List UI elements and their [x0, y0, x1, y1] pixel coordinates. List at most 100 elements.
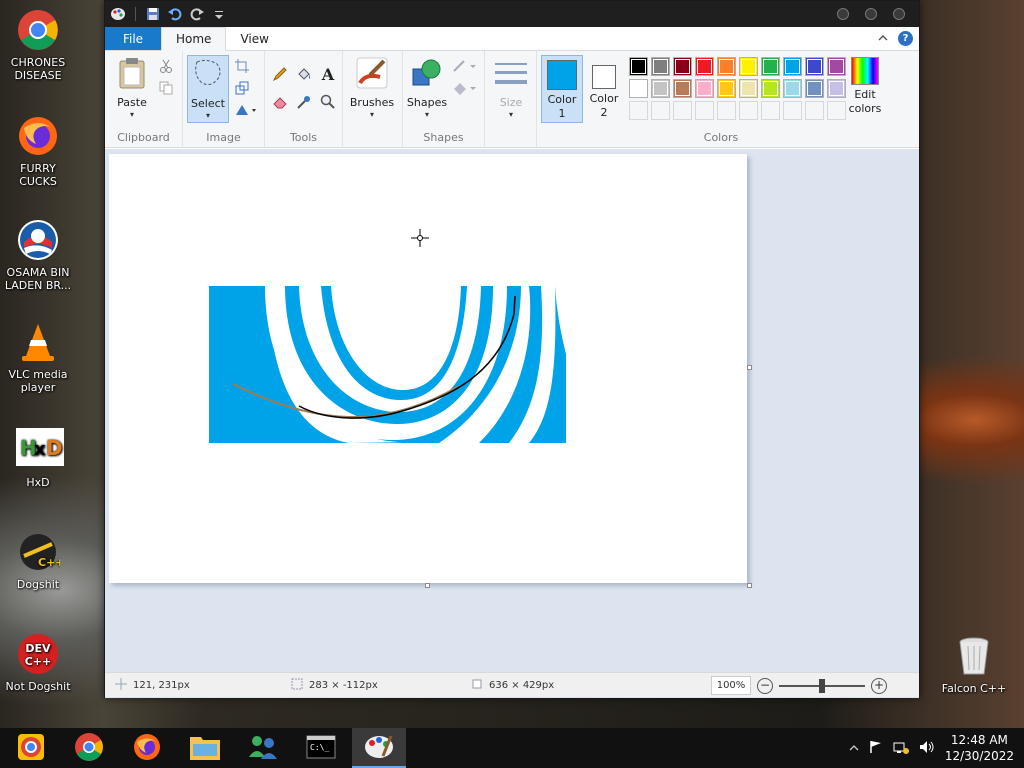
zoom-slider[interactable] [779, 678, 865, 693]
cut-icon[interactable] [157, 57, 175, 75]
action-center-flag-icon[interactable] [869, 740, 883, 757]
desktop-icon-recycle-bin[interactable]: Falcon C++ [936, 634, 1012, 695]
undo-icon[interactable] [166, 5, 184, 23]
tab-home[interactable]: Home [161, 27, 227, 51]
desktop-icon-hxd[interactable]: HxD HxD [0, 428, 76, 489]
text-icon[interactable]: A [319, 65, 337, 84]
paste-button[interactable]: Paste ▾ [111, 57, 153, 120]
palette-swatch[interactable] [783, 57, 802, 76]
palette-swatch[interactable] [629, 57, 648, 76]
palette-swatch-empty[interactable] [761, 101, 780, 120]
taskbar-paint[interactable] [352, 728, 406, 768]
palette-swatch[interactable] [739, 57, 758, 76]
eraser-icon[interactable] [271, 93, 289, 111]
desktop-icon-vlc[interactable]: VLC media player [0, 320, 76, 394]
svg-text:C++: C++ [25, 655, 52, 668]
desktop-icon-furry-cucks[interactable]: FURRY CUCKS [0, 114, 76, 188]
color1-button[interactable]: Color 1 [541, 55, 583, 123]
color2-button[interactable]: Color 2 [585, 57, 623, 120]
palette-swatch[interactable] [651, 57, 670, 76]
show-hidden-icons[interactable] [849, 742, 859, 755]
palette-swatch-empty[interactable] [717, 101, 736, 120]
resize-handle-right[interactable] [747, 365, 752, 370]
resize-icon[interactable] [233, 79, 251, 97]
edit-colors-button[interactable]: Edit colors [841, 57, 889, 116]
fill-icon[interactable] [451, 79, 479, 97]
shapes-button[interactable]: Shapes ▾ [405, 57, 449, 120]
save-icon[interactable] [144, 5, 162, 23]
palette-swatch[interactable] [695, 57, 714, 76]
palette-swatch-empty[interactable] [673, 101, 692, 120]
palette-swatch-empty[interactable] [629, 101, 648, 120]
quick-access-toolbar [109, 5, 228, 23]
group-shapes: Shapes ▾ Shapes [403, 51, 485, 147]
brushes-button[interactable]: Brushes ▾ [349, 57, 395, 120]
taskbar-file-explorer[interactable] [178, 728, 232, 768]
palette-swatch[interactable] [805, 79, 824, 98]
resize-handle-corner[interactable] [747, 583, 752, 588]
palette-swatch[interactable] [783, 79, 802, 98]
help-icon[interactable]: ? [898, 31, 913, 46]
palette-swatch[interactable] [739, 79, 758, 98]
drawing-canvas[interactable] [109, 154, 747, 583]
palette-swatch[interactable] [651, 79, 670, 98]
magnifier-icon[interactable] [319, 93, 337, 111]
maximize-button[interactable] [865, 8, 877, 20]
palette-swatch[interactable] [761, 57, 780, 76]
palette-swatch[interactable] [761, 79, 780, 98]
palette-swatch[interactable] [805, 57, 824, 76]
close-button[interactable] [893, 8, 905, 20]
volume-icon[interactable] [919, 740, 935, 757]
desktop-icon-dogshit[interactable]: C++ Dogshit [0, 530, 76, 591]
customize-qat-icon[interactable] [210, 5, 228, 23]
outline-icon[interactable] [451, 57, 479, 75]
tab-view[interactable]: View [226, 27, 282, 50]
taskbar-command-prompt[interactable]: C:\_ [294, 728, 348, 768]
palette-swatch-empty[interactable] [805, 101, 824, 120]
palette-swatch[interactable] [695, 79, 714, 98]
clock[interactable]: 12:48 AM 12/30/2022 [945, 732, 1014, 764]
select-button[interactable]: Select ▾ [187, 55, 229, 123]
chrome-icon [74, 732, 104, 765]
svg-text:x: x [34, 439, 46, 460]
palette-swatch[interactable] [629, 79, 648, 98]
palette-swatch-empty[interactable] [783, 101, 802, 120]
taskbar-chrome[interactable] [62, 728, 116, 768]
fill-bucket-icon[interactable] [295, 65, 313, 83]
painting [209, 286, 566, 443]
zoom-slider-thumb[interactable] [819, 678, 825, 693]
size-button[interactable]: Size ▾ [491, 61, 531, 120]
desktop-icon-label: VLC media player [8, 368, 68, 394]
palette-swatch[interactable] [673, 57, 692, 76]
pencil-icon[interactable] [271, 65, 289, 83]
zoom-in-button[interactable]: + [871, 677, 887, 694]
color-picker-icon[interactable] [295, 93, 313, 111]
line-thickness-icon [491, 61, 531, 93]
redo-icon[interactable] [188, 5, 206, 23]
taskbar-messenger[interactable] [236, 728, 290, 768]
palette-swatch[interactable] [717, 79, 736, 98]
paint-app-icon[interactable] [109, 5, 127, 23]
resize-handle-bottom[interactable] [425, 583, 430, 588]
copy-icon[interactable] [157, 79, 175, 97]
palette-swatch-empty[interactable] [651, 101, 670, 120]
palette-swatch-empty[interactable] [739, 101, 758, 120]
canvas-area[interactable] [105, 149, 919, 698]
minimize-button[interactable] [837, 8, 849, 20]
crop-icon[interactable] [233, 57, 251, 75]
taskbar-chrome-alt[interactable] [4, 728, 58, 768]
desktop-icon-chrones-disease[interactable]: CHRONES DISEASE [0, 8, 76, 82]
zoom-out-button[interactable]: − [757, 677, 773, 694]
desktop-icon-not-dogshit[interactable]: DEV C++ Not Dogshit [0, 632, 76, 693]
paint-window: File Home View ? Paste ▾ Clipboard Selec… [104, 0, 920, 698]
collapse-ribbon-icon[interactable] [878, 32, 888, 45]
taskbar-firefox[interactable] [120, 728, 174, 768]
rotate-icon[interactable] [233, 101, 259, 119]
palette-swatch-empty[interactable] [695, 101, 714, 120]
tab-file[interactable]: File [105, 27, 161, 50]
network-icon[interactable] [893, 740, 909, 757]
desktop-icon-osama[interactable]: OSAMA BIN LADEN BR... [0, 218, 76, 292]
clock-time: 12:48 AM [950, 733, 1008, 747]
palette-swatch[interactable] [673, 79, 692, 98]
palette-swatch[interactable] [717, 57, 736, 76]
